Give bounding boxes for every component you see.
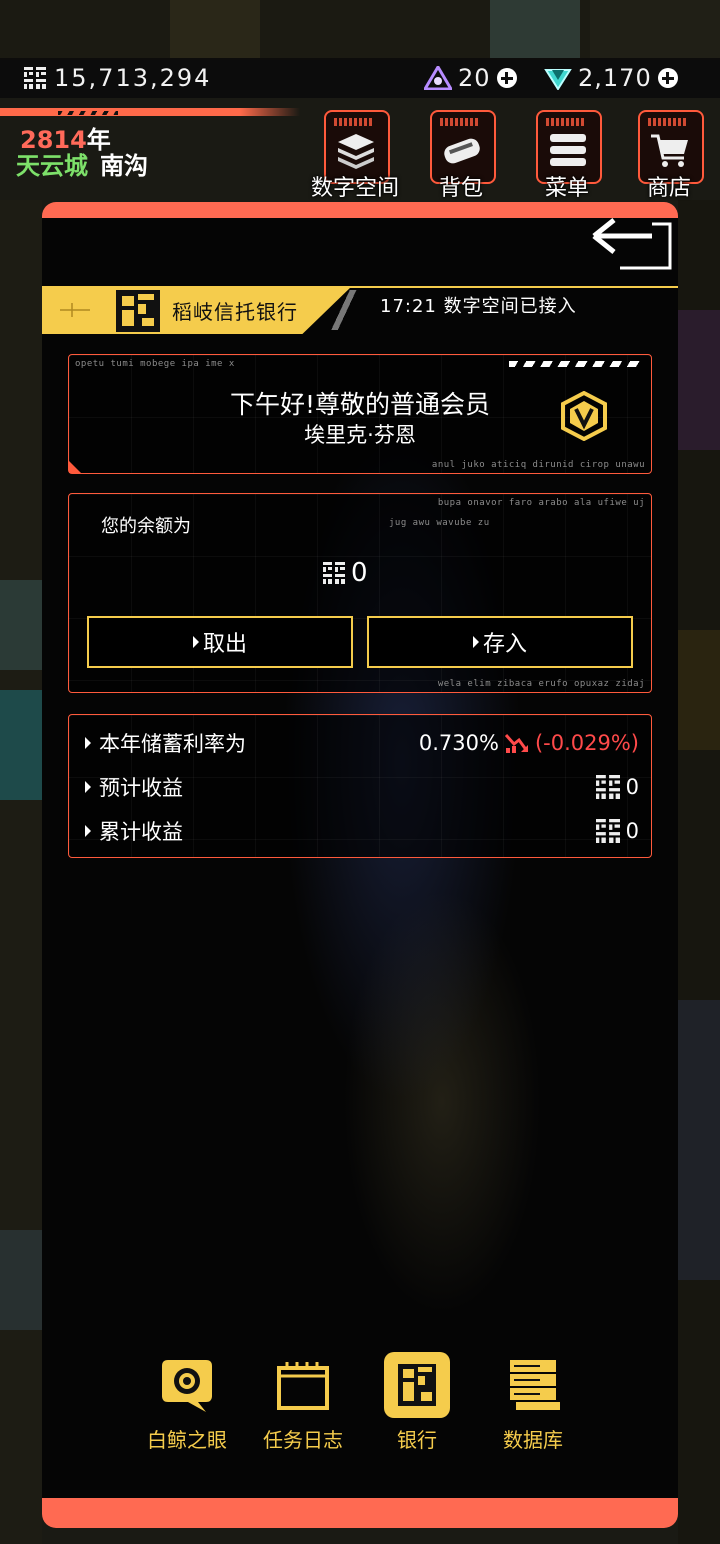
nav-shop-button[interactable]: 商店	[632, 110, 706, 201]
micro-text: jug awu wavube zu	[389, 518, 490, 528]
nav-label: 数字空间	[310, 176, 399, 201]
play-triangle-icon	[85, 737, 91, 749]
panel-top-border	[42, 202, 678, 218]
interest-card: 本年储蓄利率为 0.730% (-0.029%) 预计收益 0 累计收益 0	[68, 714, 652, 858]
nav-label: 商店	[646, 176, 691, 201]
expected-earnings-row: 预计收益 0	[85, 772, 639, 802]
nav-label: 白鲸之眼	[147, 1428, 227, 1452]
balance-label: 您的余额为	[101, 516, 191, 537]
accumulated-label: 累计收益	[99, 820, 183, 844]
nav-database-button[interactable]: 数据库	[478, 1352, 588, 1452]
location-display: 天云城 南沟	[16, 146, 148, 181]
nav-label: 菜单	[544, 176, 589, 201]
balance-display: 0	[323, 556, 368, 590]
district-name: 南沟	[100, 152, 148, 180]
currency-icon	[323, 562, 345, 584]
micro-text: bupa onavor faro arabo ala ufiwe uj	[437, 498, 645, 508]
hazard-stripes	[509, 361, 641, 367]
greeting-card: opetu tumi mobege ipa ime x 下午好!尊敬的普通会员 …	[68, 354, 652, 474]
rate-value: 0.730%	[418, 731, 499, 755]
bank-panel: 稻岐信托银行 17:21 数字空间已接入 opetu tumi mobege i…	[42, 202, 678, 1528]
eye-icon	[162, 1360, 212, 1412]
play-triangle-icon	[85, 825, 91, 837]
add-gem-button[interactable]	[657, 68, 678, 88]
bank-logo-icon	[116, 290, 160, 332]
database-icon	[510, 1360, 560, 1410]
bank-icon	[384, 1352, 450, 1418]
balance-value: 0	[351, 558, 368, 588]
withdraw-label: 取出	[202, 632, 247, 657]
nav-menu-button[interactable]: 菜单	[530, 110, 604, 201]
nav-task-log-button[interactable]: 任务日志	[248, 1352, 358, 1452]
connection-status: 17:21 数字空间已接入	[380, 296, 577, 317]
play-triangle-icon	[85, 781, 91, 793]
nav-label: 银行	[397, 1428, 437, 1452]
corner-marker	[69, 461, 81, 473]
nav-digital-space-button[interactable]: 数字空间	[311, 110, 399, 201]
header-stripe	[0, 108, 300, 116]
trend-down-icon	[504, 734, 529, 753]
panel-bottom-border	[42, 1498, 678, 1528]
micro-text: opetu tumi mobege ipa ime x	[75, 359, 235, 369]
rate-label: 本年储蓄利率为	[99, 732, 246, 756]
micro-text: anul juko aticiq dirunid cirop unawu	[431, 460, 645, 470]
city-name: 天云城	[16, 152, 88, 180]
play-triangle-icon	[192, 636, 199, 648]
add-crystal-button[interactable]	[496, 68, 517, 88]
currency-icon	[24, 67, 46, 89]
deposit-label: 存入	[482, 632, 527, 657]
calendar-icon	[277, 1362, 329, 1410]
interest-rate-row: 本年储蓄利率为 0.730% (-0.029%)	[85, 728, 639, 758]
currency-icon	[595, 819, 620, 843]
accumulated-earnings-row: 累计收益 0	[85, 816, 639, 846]
bottom-navigation: 白鲸之眼 任务日志 银行 数据库	[42, 1352, 678, 1462]
bank-name: 稻岐信托银行	[172, 300, 298, 324]
rate-change: (-0.029%)	[534, 731, 639, 755]
cart-icon	[651, 134, 688, 167]
nav-label: 背包	[438, 176, 483, 201]
expected-value: 0	[625, 775, 639, 799]
header-stripe-dashes	[58, 111, 118, 115]
nav-label: 任务日志	[263, 1428, 343, 1452]
back-arrow-icon[interactable]	[590, 214, 674, 274]
crosshair-icon	[60, 303, 90, 317]
money-value: 15,713,294	[54, 64, 212, 92]
micro-text: wela elim zibaca erufo opuxaz zidaj	[437, 679, 645, 689]
gem-resource: 2,170	[544, 63, 678, 93]
bank-header-divider	[328, 290, 364, 330]
bag-icon	[444, 138, 480, 164]
currency-icon	[595, 775, 620, 799]
gem-value: 2,170	[578, 64, 652, 92]
play-triangle-icon	[472, 636, 479, 648]
gem-icon	[544, 69, 572, 90]
nav-bank-button[interactable]: 银行	[362, 1352, 472, 1452]
balance-card: bupa onavor faro arabo ala ufiwe uj jug …	[68, 493, 652, 693]
withdraw-button[interactable]: 取出	[87, 616, 353, 668]
vip-badge-icon	[561, 391, 607, 441]
crystal-value: 20	[458, 64, 491, 92]
nav-label: 数据库	[503, 1428, 563, 1452]
crystal-icon	[424, 66, 452, 90]
nav-whale-eye-button[interactable]: 白鲸之眼	[132, 1352, 242, 1452]
crystal-resource: 20	[424, 63, 517, 93]
money-display: 15,713,294	[24, 63, 211, 93]
layers-icon	[338, 134, 374, 169]
accumulated-value: 0	[625, 819, 639, 843]
menu-icon	[550, 134, 586, 166]
bank-header: 稻岐信托银行 17:21 数字空间已接入	[42, 286, 678, 336]
deposit-button[interactable]: 存入	[367, 616, 633, 668]
expected-label: 预计收益	[99, 776, 183, 800]
nav-bag-button[interactable]: 背包	[424, 110, 498, 201]
